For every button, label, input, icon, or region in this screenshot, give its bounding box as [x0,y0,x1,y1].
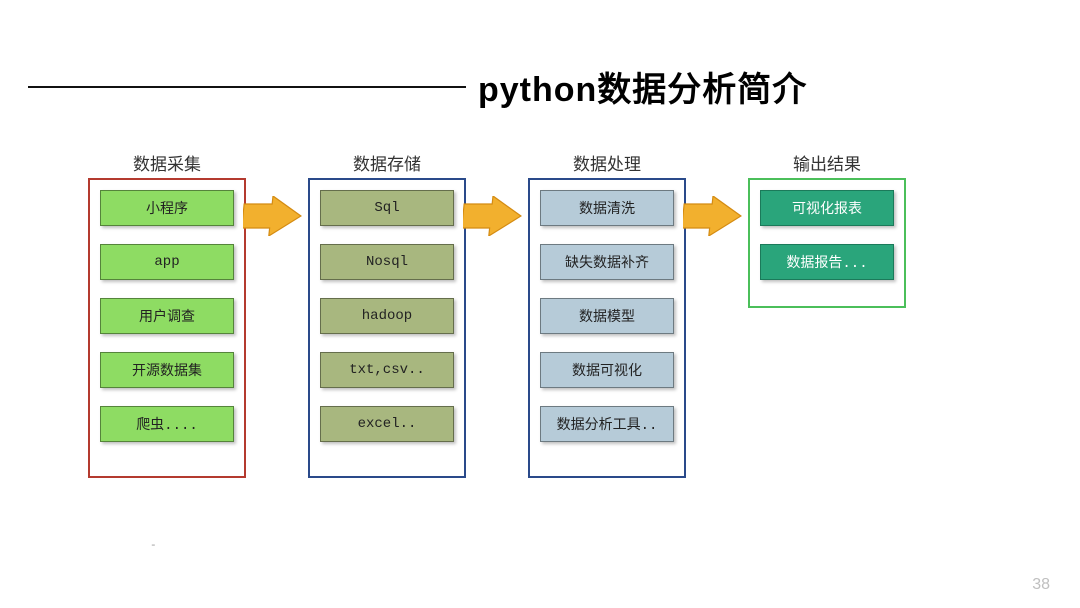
pipeline-diagram: 数据采集 小程序 app 用户调查 开源数据集 爬虫.... 数据存储 Sql … [88,148,1008,528]
cell: 缺失数据补齐 [540,244,674,280]
cell: 数据分析工具.. [540,406,674,442]
cell: hadoop [320,298,454,334]
cell: txt,csv.. [320,352,454,388]
cell: app [100,244,234,280]
column-output: 输出结果 可视化报表 数据报告... [748,178,906,308]
arrow-icon [683,196,753,236]
slide: python数据分析简介 数据采集 小程序 app 用户调查 开源数据集 爬虫.… [0,0,1080,608]
cell: Sql [320,190,454,226]
column-label: 数据采集 [90,150,244,175]
arrow-icon [463,196,533,236]
cell: 数据清洗 [540,190,674,226]
page-number: 38 [1032,576,1050,594]
cell: Nosql [320,244,454,280]
cell: 数据可视化 [540,352,674,388]
column-data-storage: 数据存储 Sql Nosql hadoop txt,csv.. excel.. [308,178,466,478]
cell: 开源数据集 [100,352,234,388]
cell: 小程序 [100,190,234,226]
column-label: 输出结果 [750,150,904,175]
footnote-mark: - [150,540,157,552]
column-label: 数据存储 [310,150,464,175]
slide-title: python数据分析简介 [478,62,807,111]
cell: excel.. [320,406,454,442]
column-data-collection: 数据采集 小程序 app 用户调查 开源数据集 爬虫.... [88,178,246,478]
cell: 用户调查 [100,298,234,334]
cell: 可视化报表 [760,190,894,226]
column-label: 数据处理 [530,150,684,175]
arrow-icon [243,196,313,236]
cell: 爬虫.... [100,406,234,442]
title-rule [28,86,466,88]
column-data-processing: 数据处理 数据清洗 缺失数据补齐 数据模型 数据可视化 数据分析工具.. [528,178,686,478]
cell: 数据模型 [540,298,674,334]
cell: 数据报告... [760,244,894,280]
